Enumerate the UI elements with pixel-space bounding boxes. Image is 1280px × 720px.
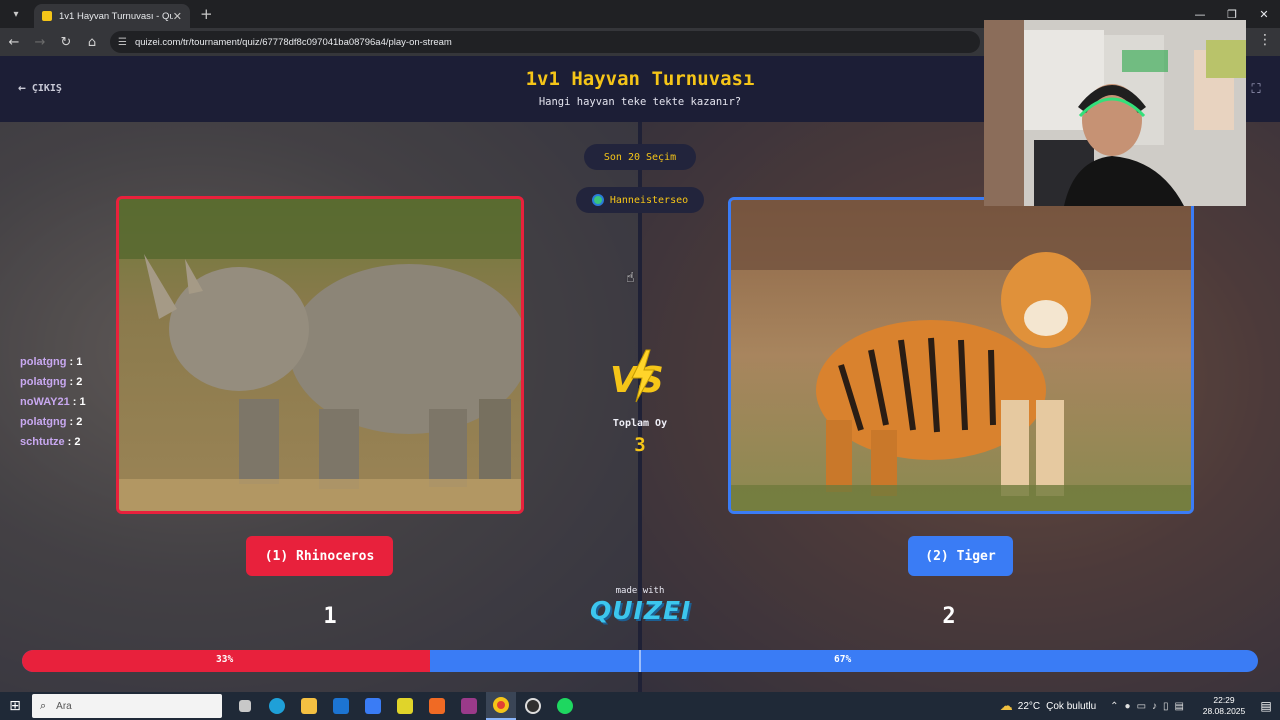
windows-start-icon[interactable]: ⊞: [0, 692, 30, 720]
webcam-overlay: [984, 20, 1246, 206]
choose-tiger-button[interactable]: (2) Tiger: [908, 536, 1013, 576]
list-item: polatgng : 1: [20, 356, 83, 368]
list-item: polatgng : 2: [20, 416, 83, 428]
mouse-pointer-icon: ☝: [626, 270, 635, 286]
url-text: quizei.com/tr/tournament/quiz/67778df8c0…: [134, 36, 452, 48]
user-badge: Hanneisterseo: [576, 187, 704, 213]
recent-votes-list: polatgng : 1 polatgng : 2 noWAY21 : 1 po…: [20, 356, 86, 456]
browser-tab[interactable]: 1v1 Hayvan Turnuvası - Quizei ✕: [34, 4, 190, 28]
rhinoceros-image: [119, 199, 521, 511]
last-choices-label: Son 20 Seçim: [603, 151, 677, 163]
search-icon: ⌕: [40, 699, 47, 712]
forward-icon[interactable]: →: [28, 30, 52, 54]
task-view-icon[interactable]: [230, 692, 260, 720]
total-votes-value: 3: [634, 434, 646, 456]
list-item: polatgng : 2: [20, 376, 83, 388]
close-window-icon[interactable]: ✕: [1248, 0, 1280, 28]
choice-card-rhinoceros[interactable]: [116, 196, 524, 514]
streamer-webcam-image: [984, 20, 1246, 206]
site-info-icon[interactable]: ☰: [118, 37, 127, 48]
windows-taskbar: ⊞ ⌕ Ara ☁ 22°C Çok bulutlu ⌃●▭♪▯▤ 22:29: [0, 692, 1280, 720]
choice-card-tiger[interactable]: [728, 197, 1194, 514]
chrome-icon[interactable]: [486, 692, 516, 720]
new-tab-icon[interactable]: +: [200, 5, 213, 23]
browser-menu-icon[interactable]: ⋮: [1258, 32, 1272, 48]
bar-center-mark: [639, 650, 641, 672]
taskbar-search[interactable]: ⌕ Ara: [32, 694, 222, 718]
weather-text: Çok bulutlu: [1046, 700, 1097, 712]
tiger-vote-count: 2: [942, 604, 956, 629]
tray-icons[interactable]: ⌃●▭♪▯▤: [1110, 701, 1190, 712]
rhinoceros-vote-count: 1: [323, 604, 337, 629]
favicon-icon: [42, 11, 52, 21]
weather-temp: 22°C: [1017, 700, 1041, 712]
fullscreen-icon[interactable]: ⛶: [1248, 81, 1264, 97]
tiger-image: [731, 200, 1191, 511]
system-tray: ☁ 22°C Çok bulutlu ⌃●▭♪▯▤ 22:29 28.08.20…: [1000, 692, 1280, 720]
clock[interactable]: 22:29 28.08.2025: [1196, 695, 1252, 717]
made-with-label: made with: [615, 586, 665, 596]
user-globe-icon: [591, 194, 604, 206]
search-placeholder: Ara: [56, 700, 72, 712]
quizei-logo[interactable]: QUIZEI: [590, 596, 690, 625]
home-icon[interactable]: ⌂: [80, 30, 104, 54]
list-item: schtutze : 2: [20, 436, 81, 448]
taskbar-apps: [230, 692, 580, 720]
svg-text:VS: VS: [610, 360, 664, 401]
url-field[interactable]: ☰ quizei.com/tr/tournament/quiz/67778df8…: [110, 31, 980, 53]
notification-icon[interactable]: ▤: [1252, 699, 1280, 713]
reload-icon[interactable]: ↻: [54, 30, 78, 54]
versus-icon: VS: [610, 349, 664, 403]
clock-date: 28.08.2025: [1202, 706, 1246, 716]
back-icon[interactable]: ←: [2, 30, 26, 54]
winrar-icon[interactable]: [454, 692, 484, 720]
close-tab-icon[interactable]: ✕: [173, 10, 182, 23]
weather-cloud-icon[interactable]: ☁: [1000, 698, 1013, 714]
tab-title: 1v1 Hayvan Turnuvası - Quizei: [59, 10, 173, 22]
tiger-percent: 67%: [834, 654, 852, 665]
tab-search-icon[interactable]: ▾: [4, 4, 28, 24]
file-explorer-icon[interactable]: [294, 692, 324, 720]
total-votes-label: Toplam Oy: [612, 418, 668, 429]
list-item: noWAY21 : 1: [20, 396, 86, 408]
fireworks-icon[interactable]: [390, 692, 420, 720]
brave-icon[interactable]: [422, 692, 452, 720]
clock-time: 22:29: [1213, 695, 1235, 705]
edge-icon[interactable]: [262, 692, 292, 720]
rhinoceros-percent: 33%: [216, 654, 234, 665]
obs-icon[interactable]: [518, 692, 548, 720]
store-icon[interactable]: [358, 692, 388, 720]
screen: ▾ 1v1 Hayvan Turnuvası - Quizei ✕ + — ❐ …: [0, 0, 1280, 720]
choose-rhinoceros-button[interactable]: (1) Rhinoceros: [246, 536, 393, 576]
outlook-icon[interactable]: [326, 692, 356, 720]
spotify-icon[interactable]: [550, 692, 580, 720]
last-choices-button[interactable]: Son 20 Seçim: [584, 144, 696, 170]
vote-split-bar: 33% 67%: [22, 650, 1258, 672]
username: Hanneisterseo: [609, 194, 689, 206]
